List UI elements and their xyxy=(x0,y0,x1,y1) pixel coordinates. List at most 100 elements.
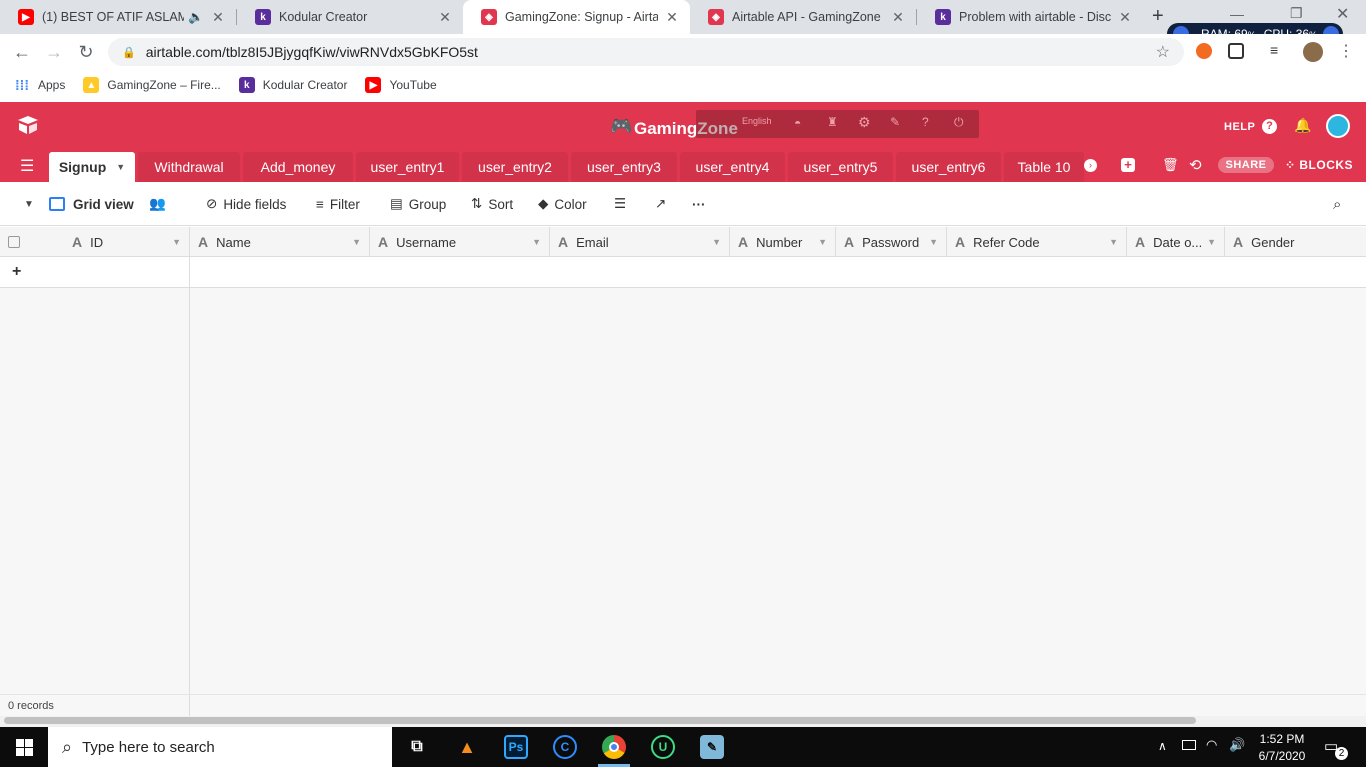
tab-user-entry2[interactable]: user_entry2 xyxy=(462,152,568,182)
close-tab-icon[interactable]: ✕ xyxy=(1117,9,1133,26)
bookmark-youtube[interactable]: ▶ YouTube xyxy=(365,77,437,93)
browser-tab[interactable]: ◈ Airtable API - GamingZone ✕ xyxy=(690,0,916,34)
vlc-icon[interactable]: ▲ xyxy=(455,735,479,759)
chevron-down-icon[interactable]: ▼ xyxy=(1207,237,1216,247)
tab-withdrawal[interactable]: Withdrawal xyxy=(138,152,240,182)
clock[interactable]: 1:52 PM 6/7/2020 xyxy=(1252,732,1312,763)
view-switcher[interactable]: Grid view xyxy=(49,182,134,226)
c-app-icon[interactable]: C xyxy=(553,735,577,759)
color-button[interactable]: ◆ Color xyxy=(538,182,587,226)
upwork-icon[interactable]: U xyxy=(651,735,675,759)
close-tab-icon[interactable]: ✕ xyxy=(437,9,453,26)
group-button[interactable]: ▤ Group xyxy=(390,182,446,226)
taskbar-search-box[interactable]: ⌕ Type here to search xyxy=(48,727,392,767)
tray-chevron-up-icon[interactable]: ∧ xyxy=(1158,739,1167,753)
new-tab-button[interactable]: + xyxy=(1152,5,1164,28)
chevron-down-icon[interactable]: ▼ xyxy=(532,237,541,247)
select-all-checkbox[interactable] xyxy=(8,236,20,248)
chrome-icon[interactable] xyxy=(602,735,626,759)
column-name[interactable]: A Name ▼ xyxy=(190,227,370,257)
brush-icon[interactable]: ✎ xyxy=(890,115,900,129)
user-avatar[interactable] xyxy=(1326,114,1350,138)
sidebar-toggle-icon[interactable]: ▼ xyxy=(24,182,34,226)
column-refer-code[interactable]: A Refer Code ▼ xyxy=(947,227,1127,257)
horizontal-scrollbar[interactable] xyxy=(4,717,1196,724)
share-view-icon[interactable]: ↗ xyxy=(655,182,666,226)
column-gender[interactable]: A Gender xyxy=(1225,227,1366,257)
tab-signup[interactable]: Signup ▼ xyxy=(49,152,135,182)
gear-icon[interactable]: ⚙ xyxy=(858,114,871,131)
notepad-icon[interactable]: ✎ xyxy=(700,735,724,759)
chevron-down-icon[interactable]: ▼ xyxy=(712,237,721,247)
chevron-down-icon[interactable]: ▼ xyxy=(116,162,125,172)
bookmark-apps[interactable]: ⁞⁞⁞ Apps xyxy=(14,77,65,93)
tab-add-money[interactable]: Add_money xyxy=(243,152,353,182)
question-icon[interactable]: ? xyxy=(922,115,929,129)
extension-reader-icon[interactable] xyxy=(1228,43,1244,59)
dress-icon[interactable]: ♜ xyxy=(827,115,838,129)
chevron-down-icon[interactable]: ▼ xyxy=(1109,237,1118,247)
column-password[interactable]: A Password ▼ xyxy=(836,227,947,257)
task-view-icon[interactable]: ⧉ xyxy=(405,735,429,759)
notification-bell-icon[interactable]: 🔔 xyxy=(1294,117,1311,134)
browser-tab[interactable]: k Kodular Creator ✕ xyxy=(237,0,463,34)
wifi-icon[interactable]: ◠ xyxy=(1206,737,1217,753)
language-label[interactable]: English xyxy=(742,116,772,126)
search-icon[interactable]: ⌕ xyxy=(1333,182,1341,226)
column-number[interactable]: A Number ▼ xyxy=(730,227,836,257)
row-height-icon[interactable]: ☰ xyxy=(614,182,626,226)
tab-user-entry1[interactable]: user_entry1 xyxy=(356,152,459,182)
hide-fields-button[interactable]: ⊘ Hide fields xyxy=(206,182,286,226)
column-email[interactable]: A Email ▼ xyxy=(550,227,730,257)
chevron-down-icon[interactable]: ▼ xyxy=(818,237,827,247)
profile-avatar[interactable] xyxy=(1303,42,1323,62)
chevron-down-icon[interactable]: ▼ xyxy=(352,237,361,247)
hamburger-menu-icon[interactable]: ☰ xyxy=(20,156,34,176)
restore-button[interactable]: ❐ xyxy=(1290,5,1303,22)
history-icon[interactable]: ⟲ xyxy=(1189,156,1202,174)
close-tab-icon[interactable]: ✕ xyxy=(210,9,226,26)
extension-fire-icon[interactable] xyxy=(1196,43,1212,59)
bookmark-firebase[interactable]: ▲ GamingZone – Fire... xyxy=(83,77,221,93)
bookmark-kodular[interactable]: k Kodular Creator xyxy=(238,77,347,93)
media-queue-icon[interactable]: ≡ xyxy=(1270,42,1278,58)
help-label[interactable]: HELP xyxy=(1224,121,1255,133)
add-record-row[interactable]: + xyxy=(0,257,1366,288)
add-table-icon[interactable]: + xyxy=(1121,158,1135,172)
close-window-button[interactable]: ✕ xyxy=(1336,4,1349,24)
address-bar[interactable]: 🔒 airtable.com/tblz8I5JBjygqfKiw/viwRNVd… xyxy=(108,38,1184,66)
tab-user-entry4[interactable]: user_entry4 xyxy=(680,152,785,182)
back-button[interactable]: ← xyxy=(10,40,34,64)
power-icon[interactable]: ⏻ xyxy=(954,115,964,130)
close-tab-icon[interactable]: ✕ xyxy=(664,9,680,26)
sort-button[interactable]: ⇅ Sort xyxy=(471,182,513,226)
chevron-down-icon[interactable]: ▼ xyxy=(172,237,181,247)
browser-menu-icon[interactable]: ⋮ xyxy=(1338,41,1354,61)
blocks-button[interactable]: ⁘ BLOCKS xyxy=(1285,158,1353,172)
browser-tab[interactable]: k Problem with airtable - Discuss ✕ xyxy=(917,0,1143,34)
more-options-button[interactable]: ··· xyxy=(692,182,706,226)
airtable-logo-icon[interactable] xyxy=(16,114,40,136)
collaborators-icon[interactable]: 👥 xyxy=(149,182,166,226)
help-icon[interactable]: ? xyxy=(1262,119,1277,134)
filter-button[interactable]: ≡ Filter xyxy=(316,182,360,226)
hat-icon[interactable]: ◓ xyxy=(794,116,801,130)
column-primary[interactable]: A ID ▼ xyxy=(0,227,190,257)
tab-user-entry6[interactable]: user_entry6 xyxy=(896,152,1001,182)
windows-start-icon[interactable] xyxy=(16,739,33,756)
scroll-tabs-right-icon[interactable]: › xyxy=(1084,159,1097,172)
browser-tab[interactable]: ▶ (1) BEST OF ATIF ASLAM S 🔈 ✕ xyxy=(0,0,236,34)
minimize-button[interactable]: — xyxy=(1230,6,1244,22)
volume-icon[interactable]: 🔊 xyxy=(1229,737,1245,753)
speaker-icon[interactable]: 🔈 xyxy=(188,10,204,25)
share-button[interactable]: SHARE xyxy=(1218,157,1274,173)
reload-button[interactable]: ↻ xyxy=(74,40,98,64)
close-tab-icon[interactable]: ✕ xyxy=(890,9,906,26)
chevron-down-icon[interactable]: ▼ xyxy=(929,237,938,247)
column-username[interactable]: A Username ▼ xyxy=(370,227,550,257)
photoshop-icon[interactable]: Ps xyxy=(504,735,528,759)
column-date[interactable]: A Date o... ▼ xyxy=(1127,227,1225,257)
browser-tab-active[interactable]: ◈ GamingZone: Signup - Airtable ✕ xyxy=(463,0,690,34)
battery-icon[interactable] xyxy=(1182,740,1196,750)
tab-user-entry3[interactable]: user_entry3 xyxy=(571,152,677,182)
